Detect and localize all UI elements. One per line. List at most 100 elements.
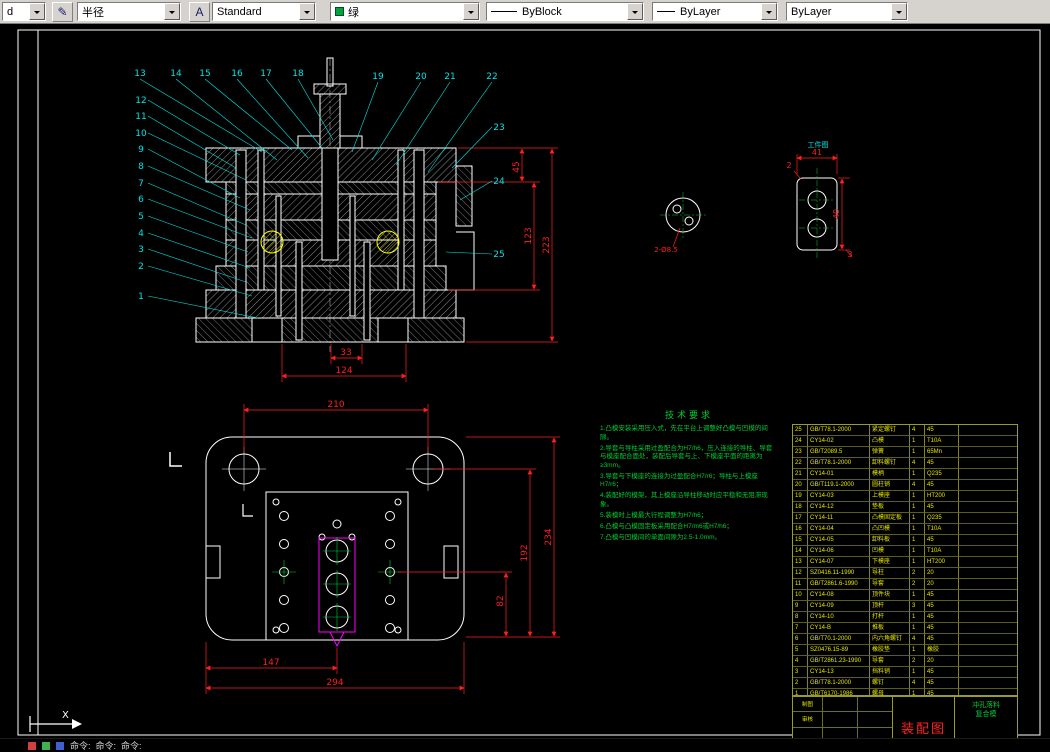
dim-45: 45 [512, 161, 522, 172]
table-cell: 卸料板 [870, 535, 910, 546]
table-cell: 45 [925, 425, 959, 436]
part-number-label: 5 [138, 212, 144, 222]
color-swatch-icon [335, 7, 344, 16]
dim-294: 294 [326, 678, 343, 688]
part-number-label: 9 [138, 145, 144, 155]
table-row: 5 SZ0476.15-89 橡胶垫 1 橡胶 [793, 645, 1017, 656]
table-cell: CY14-06 [808, 546, 870, 557]
dim-2: 2 [786, 161, 791, 170]
chevron-down-icon[interactable] [299, 3, 315, 20]
table-cell: 2 [793, 678, 808, 689]
table-row: 9 CY14-09 顶杆 3 45 [793, 601, 1017, 612]
dim-style-dropdown[interactable]: 半径 [77, 2, 181, 21]
table-cell: 22 [793, 458, 808, 469]
table-cell: 17 [793, 513, 808, 524]
command-prompt[interactable]: 命令: 命令: 命令: [70, 739, 142, 752]
part-number-label: 14 [170, 69, 182, 79]
table-cell: 45 [925, 535, 959, 546]
dim-223: 223 [542, 236, 552, 253]
part-number-label: 19 [372, 72, 384, 82]
leader-line [147, 115, 237, 169]
table-cell: 3 [793, 667, 808, 678]
autocad-window: d ✎ 半径 A Standard 绿 ByBlock ByLayer ByLa… [0, 0, 1050, 752]
table-cell: 1 [910, 667, 925, 678]
table-row: 18 CY14-12 垫板 1 45 [793, 502, 1017, 513]
drawing-canvas[interactable]: 45 123 223 33 124 210 234 192 82 147 294… [0, 24, 1050, 752]
table-cell: 20 [925, 656, 959, 667]
table-cell: 45 [925, 590, 959, 601]
text-style-dropdown[interactable]: Standard [212, 2, 316, 21]
text-style-icon[interactable]: A [189, 1, 210, 22]
tech-requirement-item: 6.凸模与凸模固定板采用配合H7/m6或H7/h6； [600, 522, 733, 530]
part-number-label: 6 [138, 195, 144, 205]
table-cell: 5 [793, 645, 808, 656]
table-cell: CY14-13 [808, 667, 870, 678]
table-cell: 10 [793, 590, 808, 601]
table-cell: CY14-12 [808, 502, 870, 513]
part-number-label: 25 [493, 250, 504, 260]
tech-requirement-item: 5.装模时上模最大行程调整为H7/h6； [600, 511, 708, 519]
dim-holes: 2-Ø8.5 [654, 246, 678, 254]
table-cell: GB/T70.1-2000 [808, 634, 870, 645]
part-number-label: 24 [493, 177, 505, 187]
chevron-down-icon[interactable] [29, 3, 45, 20]
table-cell: 2 [910, 656, 925, 667]
dim-style-icon[interactable]: ✎ [52, 1, 73, 22]
table-cell [959, 623, 1017, 634]
table-cell [959, 634, 1017, 645]
color-dropdown[interactable]: 绿 [330, 2, 480, 21]
table-cell: CY14-05 [808, 535, 870, 546]
table-cell: CY14-10 [808, 612, 870, 623]
leader-line [236, 78, 309, 159]
lineweight-icon [657, 11, 675, 12]
table-cell: 8 [793, 612, 808, 623]
chevron-down-icon[interactable] [164, 3, 180, 20]
dim-40: 40 [832, 209, 841, 219]
table-cell: HT200 [925, 491, 959, 502]
dim-234: 234 [544, 528, 554, 545]
dim-123: 123 [524, 227, 534, 244]
tech-requirement-item: 3.导套与下模座的连接为过盈配合H7/r6；导柱与上模座H7/r6； [600, 472, 758, 489]
table-cell [959, 535, 1017, 546]
table-row: 25 GB/T78.1-2000 紧定螺钉 4 45 [793, 425, 1017, 436]
lineweight-dropdown[interactable]: ByLayer [652, 2, 778, 21]
tech-requirement-item: 7.凸模与凹模间的单面间隙为2.5-1.0mm。 [600, 533, 721, 541]
chevron-down-icon[interactable] [891, 3, 907, 20]
command-bar[interactable]: 命令: 命令: 命令: [0, 738, 1050, 752]
table-row: 21 CY14-01 模柄 1 Q235 [793, 469, 1017, 480]
table-cell: 橡胶垫 [870, 645, 910, 656]
table-cell: 导套 [870, 579, 910, 590]
table-row: 3 CY14-13 挡料销 1 45 [793, 667, 1017, 678]
table-cell: 1 [910, 546, 925, 557]
table-cell: 1 [910, 557, 925, 568]
layer-dropdown[interactable]: d [2, 2, 46, 21]
table-row: 8 CY14-10 打杆 1 45 [793, 612, 1017, 623]
table-cell: 凸凹模 [870, 524, 910, 535]
table-cell: 弹簧 [870, 447, 910, 458]
linetype-dropdown[interactable]: ByBlock [486, 2, 644, 21]
part-number-label: 21 [444, 72, 455, 82]
table-cell: 4 [910, 458, 925, 469]
table-row: 4 GB/T2861.23-1990 导套 2 20 [793, 656, 1017, 667]
chevron-down-icon[interactable] [627, 3, 643, 20]
table-cell: 导柱 [870, 568, 910, 579]
table-cell: 23 [793, 447, 808, 458]
table-cell: 45 [925, 623, 959, 634]
chevron-down-icon[interactable] [761, 3, 777, 20]
part-number-label: 12 [135, 96, 146, 106]
table-cell: 1 [910, 436, 925, 447]
part-number-label: 1 [138, 292, 144, 302]
table-cell: 14 [793, 546, 808, 557]
table-cell: 45 [925, 667, 959, 678]
table-row: 23 GB/T2089.5 弹簧 1 65Mn [793, 447, 1017, 458]
plotstyle-dropdown[interactable]: ByLayer [786, 2, 908, 21]
chevron-down-icon[interactable] [463, 3, 479, 20]
table-cell: 19 [793, 491, 808, 502]
linetype-value: ByBlock [522, 5, 562, 18]
table-cell [959, 546, 1017, 557]
signoff-label: 审核 [793, 712, 823, 728]
table-cell: 凸模 [870, 436, 910, 447]
tech-requirement-item: 4.装配好的模架，其上模座沿导柱移动时应平稳和无阻滞现象。 [600, 492, 768, 508]
table-cell: 顶杆 [870, 601, 910, 612]
table-row: 20 GB/T119.1-2000 圆柱销 4 45 [793, 480, 1017, 491]
